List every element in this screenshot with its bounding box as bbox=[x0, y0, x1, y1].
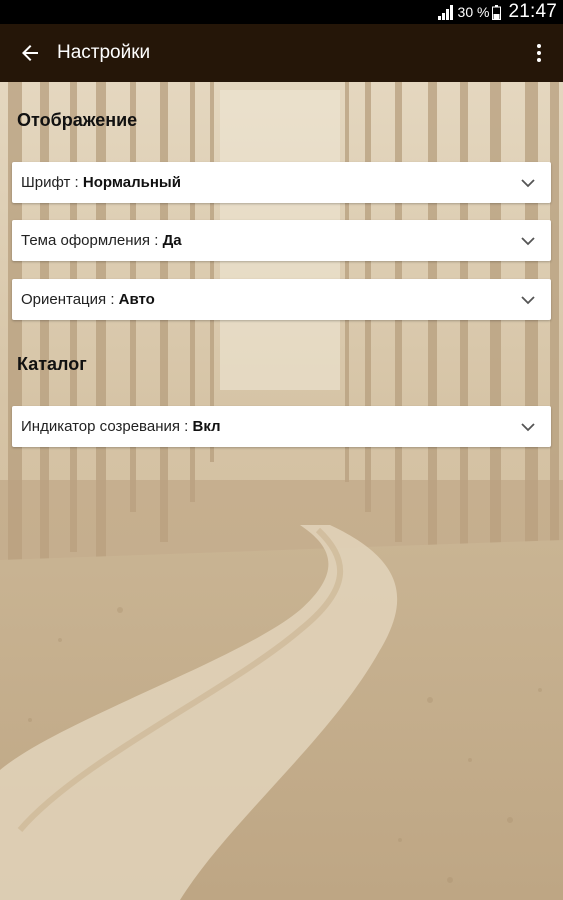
overflow-menu-icon[interactable] bbox=[527, 41, 551, 65]
setting-font-dropdown[interactable]: Шрифт : Нормальный bbox=[12, 162, 551, 203]
setting-orientation-text: Ориентация : Авто bbox=[21, 279, 155, 320]
setting-orientation-dropdown[interactable]: Ориентация : Авто bbox=[12, 279, 551, 320]
forest-road-background bbox=[0, 0, 563, 900]
setting-value: Нормальный bbox=[82, 174, 181, 191]
setting-separator: : bbox=[70, 174, 83, 191]
chevron-down-icon bbox=[521, 237, 535, 246]
setting-label: Тема оформления bbox=[21, 232, 151, 249]
chevron-down-icon bbox=[521, 423, 535, 432]
back-arrow-icon[interactable] bbox=[18, 41, 42, 65]
setting-theme-dropdown[interactable]: Тема оформления : Да bbox=[12, 220, 551, 261]
battery-percent: 30 % bbox=[457, 4, 490, 20]
setting-label: Шрифт bbox=[21, 174, 71, 191]
chevron-down-icon bbox=[521, 296, 535, 305]
setting-ripeness-indicator-dropdown[interactable]: Индикатор созревания : Вкл bbox=[12, 406, 551, 447]
setting-value: Да bbox=[162, 232, 182, 249]
chevron-down-icon bbox=[521, 179, 535, 188]
clock: 21:47 bbox=[508, 1, 557, 22]
setting-value: Авто bbox=[118, 291, 155, 308]
setting-theme-text: Тема оформления : Да bbox=[21, 220, 182, 261]
setting-separator: : bbox=[180, 418, 193, 435]
setting-separator: : bbox=[150, 232, 163, 249]
app-toolbar: Настройки bbox=[0, 24, 563, 82]
setting-label: Ориентация bbox=[21, 291, 107, 308]
page-title: Настройки bbox=[57, 42, 151, 63]
setting-label: Индикатор созревания bbox=[21, 418, 180, 435]
setting-separator: : bbox=[106, 291, 119, 308]
setting-font-text: Шрифт : Нормальный bbox=[21, 162, 181, 203]
status-indicators: 30 % 21:47 bbox=[437, 0, 557, 24]
section-header-display: Отображение bbox=[17, 110, 138, 130]
section-header-catalog: Каталог bbox=[17, 354, 87, 374]
signal-icon bbox=[437, 5, 453, 20]
battery-icon bbox=[492, 4, 502, 20]
status-bar: 30 % 21:47 bbox=[0, 0, 563, 24]
setting-value: Вкл bbox=[192, 418, 221, 435]
setting-ripeness-text: Индикатор созревания : Вкл bbox=[21, 406, 221, 447]
settings-screen: 30 % 21:47 Настройки Отображение Шрифт :… bbox=[0, 0, 563, 900]
